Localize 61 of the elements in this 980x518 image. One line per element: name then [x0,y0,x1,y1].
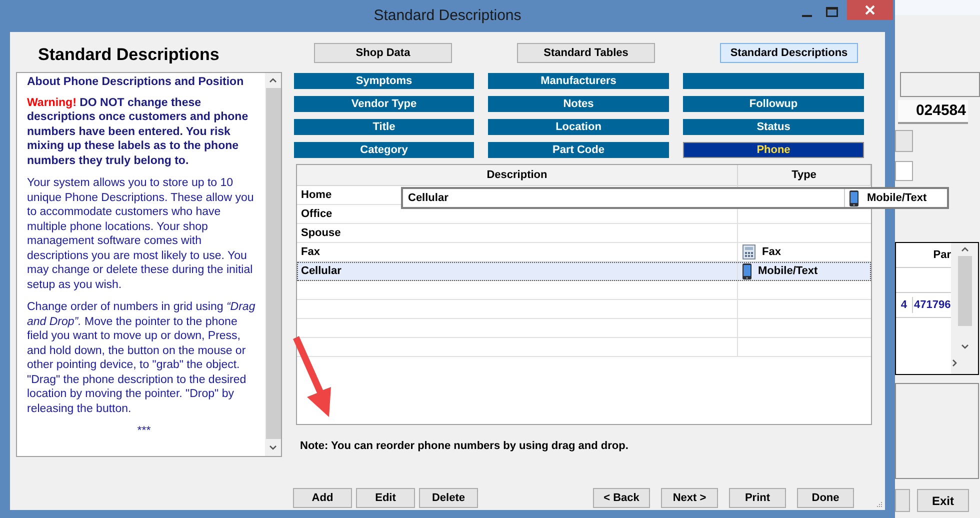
category-button[interactable]: Followup [683,96,864,112]
action-button[interactable]: < Back [593,488,650,508]
category-button[interactable]: Vendor Type [294,96,474,112]
table-cell-text: Cellular [407,190,450,206]
fax-icon [742,244,756,260]
action-button[interactable]: Edit [356,488,415,508]
mobile-phone-icon [742,262,752,280]
category-button[interactable]: Phone [683,142,864,158]
note-text: Note: You can reorder phone numbers by using drag and drop. [300,440,628,452]
category-button[interactable]: Notes [488,96,669,112]
nav-button[interactable]: Standard Tables [517,43,655,63]
mobile-phone-icon [849,190,859,206]
table-cell-text: Home [301,188,332,203]
end-mark: *** [137,425,151,437]
category-button[interactable]: Manufacturers [488,73,669,89]
scrollbar[interactable] [265,73,281,456]
scroll-up-icon[interactable] [960,247,968,252]
table-cell-text: Cellular [301,264,342,279]
scroll-down-icon[interactable] [960,344,968,349]
drag-preview-tooltip[interactable]: Cellular Mobile/Text [401,187,949,209]
category-button[interactable]: Symptoms [294,73,474,89]
table-cell-text: Mobile/Text [758,264,818,279]
category-button[interactable]: Status [683,119,864,135]
column-header: Par [933,248,951,263]
table-cell-text: Office [301,206,332,222]
category-button[interactable]: Location [488,119,669,135]
category-button[interactable]: Part Code [488,142,669,158]
scroll-right-icon[interactable] [952,359,957,367]
action-button[interactable]: Next > [661,488,718,508]
help-paragraph: Change order of numbers in grid using “Drag and Drop”. Move the pointer to the phone field you want to move up or down, Press, and hold down, the button on the mouse or other pointing device, to "grab" the object. "Drag" the phone description to the desired location by moving the pointer. "Drop" by releasing the button. [27,300,256,416]
maximize-icon[interactable] [826,7,838,17]
action-button[interactable]: Add [293,488,352,508]
help-paragraph: Your system allows you to store up to 10 unique Phone Descriptions. These allow you to accommodate customers who have multiple phone locations. Your shop management software comes with descriptions you are most likely to use. You may change or delete these during the initial setup as you wish. [27,176,255,292]
table-cell-text: Mobile/Text [867,190,927,206]
scroll-thumb[interactable] [958,256,972,326]
column-header[interactable]: Type [738,165,871,185]
table-row[interactable]: Spouse [297,224,871,243]
help-title: About Phone Descriptions and Position [27,75,245,90]
action-button[interactable]: Print [729,488,786,508]
scroll-down-icon[interactable] [269,445,277,450]
warning-paragraph: Warning! DO NOT change these descriptions once customers and phone numbers have been entered. You risk mixing up these labels as to the phone numbers they truly belong to. [27,96,250,168]
scroll-up-icon[interactable] [269,78,277,83]
close-icon [865,5,875,15]
window-title: Standard Descriptions [374,6,522,26]
action-button[interactable]: Done [797,488,854,508]
category-button[interactable]: Category [294,142,474,158]
table-cell-text: Fax [301,244,320,260]
exit-button[interactable]: Exit [917,489,969,512]
category-button[interactable]: Title [294,119,474,135]
table-cell-text: Fax [762,244,781,260]
close-button[interactable] [847,0,893,20]
nav-button[interactable]: Shop Data [314,43,452,63]
action-button[interactable]: Delete [419,488,478,508]
page-heading: Standard Descriptions [38,45,220,64]
record-number: 024584 [916,100,966,121]
table-row[interactable]: Cellular Mobile/Text [297,262,871,281]
table-cell-text: Spouse [301,226,341,241]
column-header[interactable]: Description [297,165,738,185]
table-cell-text: 4 [900,298,907,313]
nav-button[interactable]: Standard Descriptions [720,43,858,63]
background-field[interactable] [895,161,913,181]
